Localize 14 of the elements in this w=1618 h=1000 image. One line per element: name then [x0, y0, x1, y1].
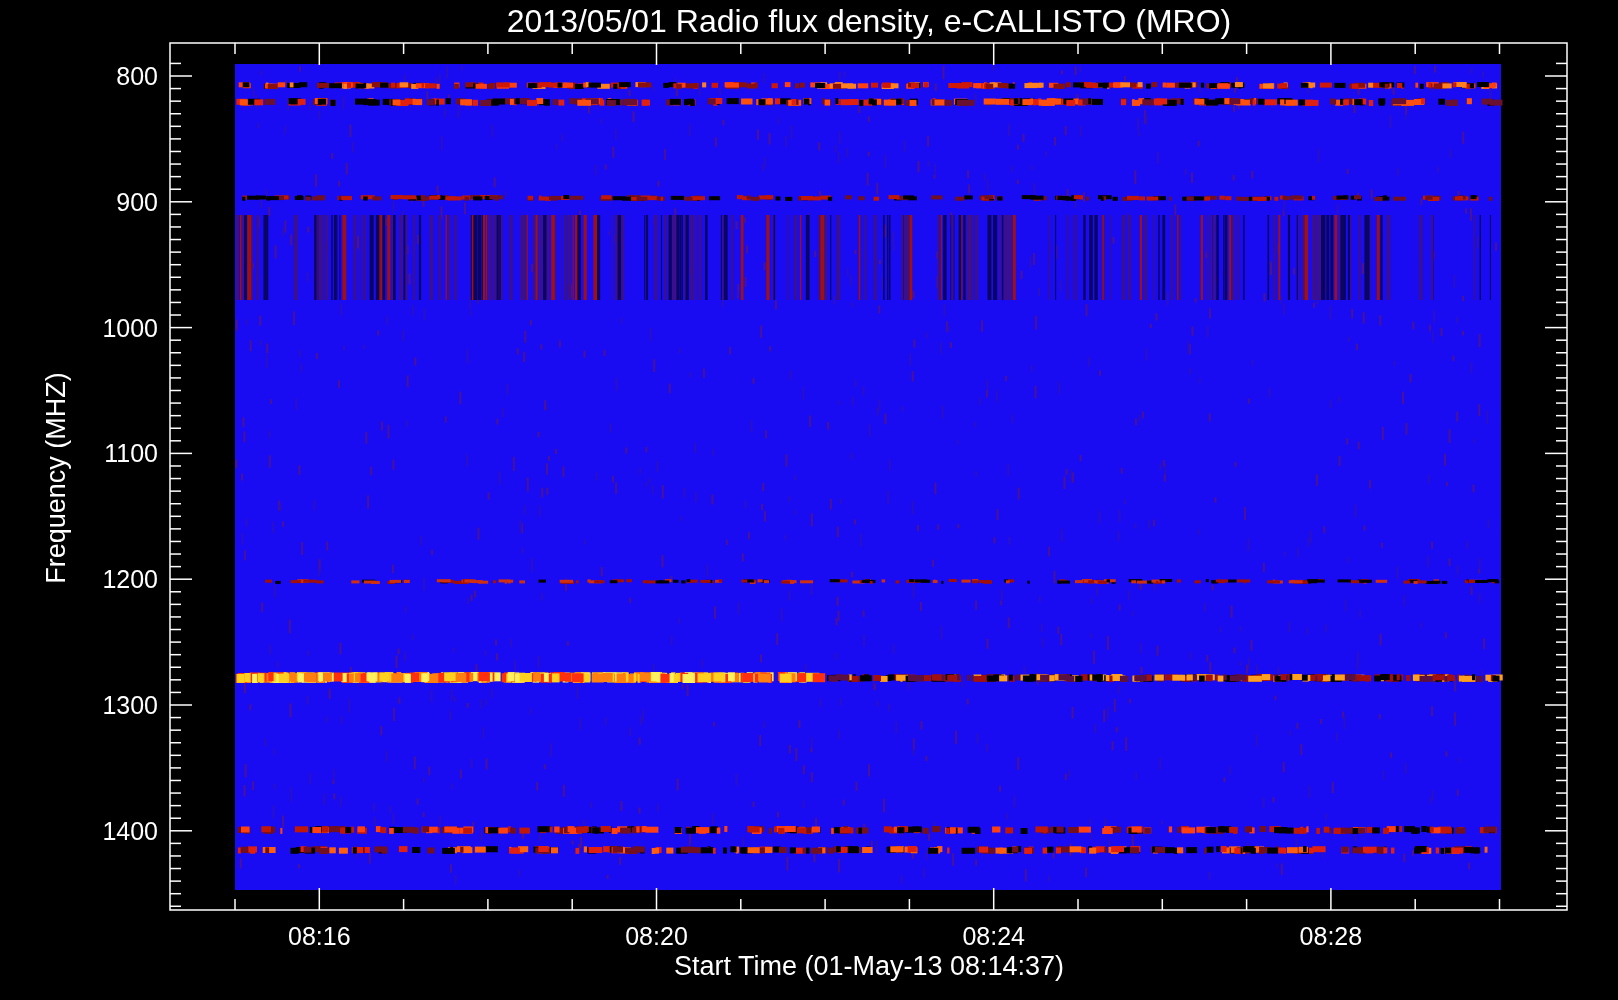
y-tick-label: 1100: [104, 439, 158, 468]
chart-title: 2013/05/01 Radio flux density, e-CALLISTO (MRO): [506, 3, 1232, 39]
x-tick-label: 08:28: [1299, 922, 1363, 950]
x-axis-label: Start Time (01-May-13 08:14:37): [673, 951, 1065, 981]
x-tick-label: 08:24: [962, 922, 1025, 950]
y-tick-label: 800: [116, 62, 158, 90]
y-tick-label: 1300: [102, 691, 158, 719]
y-tick-label: 900: [116, 187, 158, 216]
x-tick-label: 08:16: [288, 922, 351, 950]
y-tick-label: 1400: [102, 816, 158, 845]
y-tick-label: 1200: [102, 565, 158, 594]
y-axis-label: Frequency (MHZ): [41, 372, 71, 584]
y-tick-label: 1000: [102, 313, 158, 342]
x-tick-label: 08:20: [625, 922, 688, 950]
